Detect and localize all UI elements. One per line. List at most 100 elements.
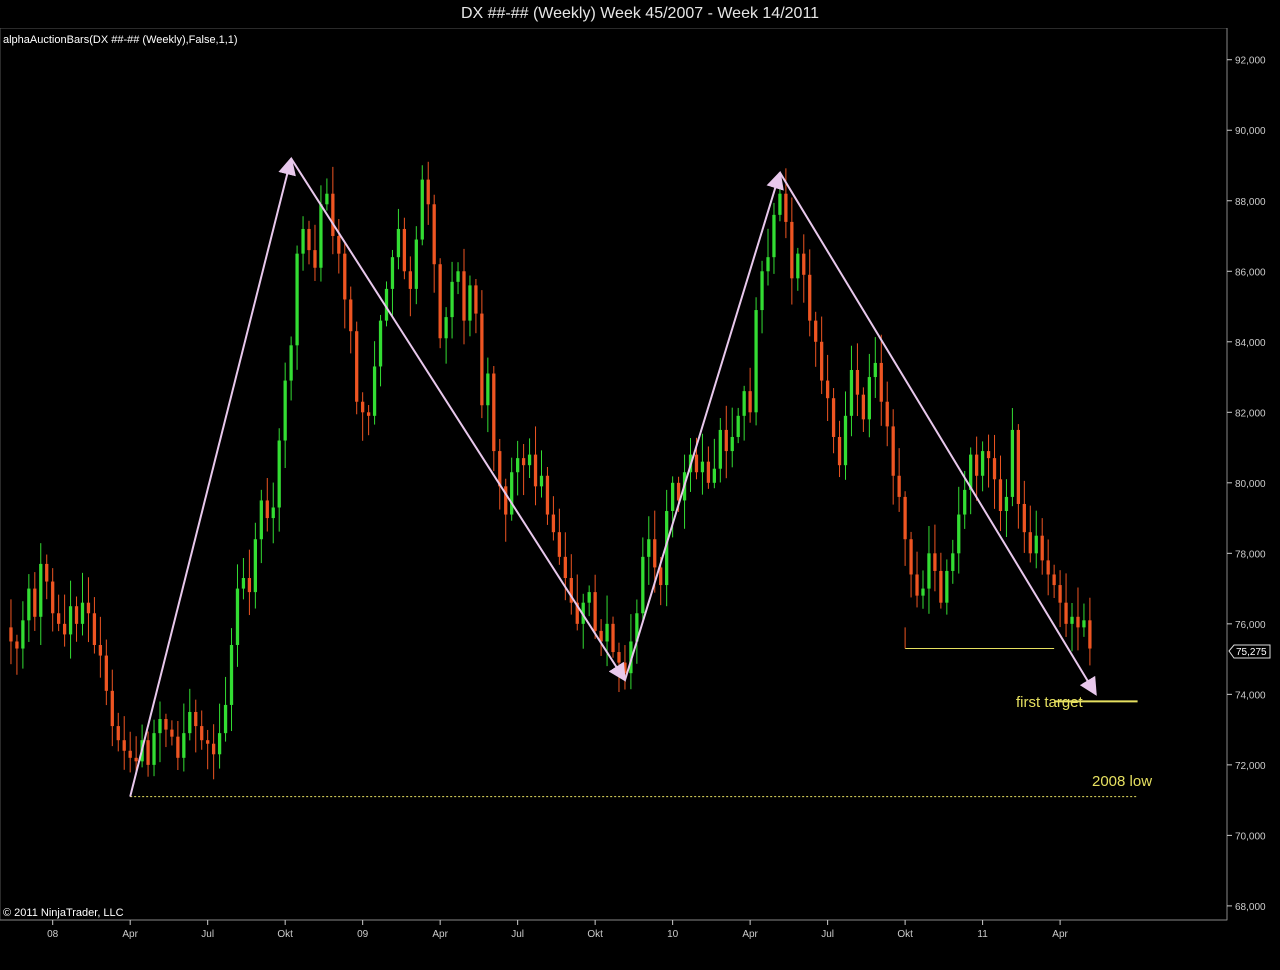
- candle-body: [164, 719, 168, 730]
- candle-body: [307, 228, 311, 251]
- chart-area[interactable]: 68,000 70,000 72,000 74,000 76,000 78,000 80,0…: [0, 27, 1280, 965]
- candle-body: [86, 602, 91, 614]
- candle-body: [825, 380, 830, 399]
- plot-border: [0, 27, 1228, 921]
- candle-body: [611, 623, 615, 653]
- candle-body: [396, 228, 401, 258]
- y-tick-label: 86,000: [1235, 267, 1266, 278]
- candle-body: [861, 394, 866, 420]
- candle-body: [712, 468, 716, 483]
- candle-body: [134, 757, 138, 762]
- candle-body: [1052, 574, 1056, 586]
- first-target-label: first target: [1016, 694, 1084, 711]
- candle-body: [80, 602, 85, 624]
- candle-body: [128, 750, 132, 758]
- candle-body: [271, 507, 275, 519]
- x-tick-label: Apr: [742, 929, 758, 940]
- y-tick-label: 82,000: [1235, 408, 1266, 419]
- candle-body: [551, 514, 556, 533]
- x-tick-label: Okt: [587, 929, 603, 940]
- candle-body: [760, 271, 764, 311]
- candle-body: [563, 556, 567, 579]
- candle-body: [641, 556, 645, 614]
- candle-body: [229, 644, 234, 705]
- y-tick-label: 76,000: [1235, 620, 1266, 631]
- candle-body: [486, 373, 490, 406]
- x-tick-label: Jul: [511, 929, 524, 940]
- candle-body: [414, 239, 418, 289]
- candle-body: [837, 436, 842, 466]
- candle-body: [200, 726, 204, 741]
- candle-body: [1046, 560, 1050, 575]
- candle-body: [104, 655, 108, 691]
- candle-body: [438, 264, 442, 339]
- candle-body: [843, 415, 848, 466]
- candle-body: [778, 193, 782, 215]
- candle-body: [247, 578, 252, 593]
- candle-body: [432, 204, 436, 265]
- time-axis: 08 Apr Jul Okt 09 Apr Jul Okt 10 Apr Jul Okt 11 Apr: [47, 920, 1069, 940]
- candle-body: [259, 500, 263, 540]
- x-tick-label: Okt: [277, 929, 293, 940]
- candle-body: [730, 436, 734, 452]
- candle-body: [235, 588, 240, 645]
- x-tick-label: 08: [47, 929, 59, 940]
- candle-body: [897, 475, 901, 497]
- candle-body: [426, 179, 430, 205]
- candle-body: [510, 472, 514, 515]
- candle-body: [1076, 616, 1080, 628]
- candle-body: [957, 514, 961, 554]
- candle-body: [748, 391, 752, 413]
- candle-body: [349, 299, 353, 332]
- candle-body: [110, 690, 114, 727]
- candle-body: [408, 271, 412, 289]
- candle-body: [647, 539, 651, 557]
- candle-body: [980, 451, 985, 476]
- x-tick-label: Jul: [821, 929, 834, 940]
- candle-body: [325, 193, 329, 205]
- candle-body: [891, 426, 895, 476]
- candle-body: [158, 719, 162, 734]
- y-tick-label: 68,000: [1235, 902, 1266, 913]
- candle-body: [772, 214, 776, 258]
- candle-body: [694, 454, 699, 473]
- candle-body: [366, 412, 371, 416]
- candle-body: [706, 461, 711, 483]
- candle-body: [802, 253, 806, 275]
- candle-body: [92, 613, 97, 645]
- candle-body: [33, 588, 37, 617]
- candle-body: [1022, 503, 1026, 533]
- candle-body: [289, 345, 293, 381]
- candle-body: [814, 320, 818, 342]
- candle-body: [945, 570, 949, 603]
- y-tick-label: 72,000: [1235, 761, 1266, 772]
- candlestick-chart[interactable]: 68,000 70,000 72,000 74,000 76,000 78,000 80,0…: [0, 27, 1280, 965]
- candle-body: [754, 310, 758, 413]
- copyright-text: © 2011 NinjaTrader, LLC: [3, 907, 124, 919]
- candle-body: [700, 461, 705, 473]
- candle-body: [915, 574, 919, 596]
- last-price-value: 75,275: [1236, 647, 1267, 658]
- candle-body: [1058, 585, 1062, 603]
- candle-body: [355, 331, 359, 402]
- candle-body: [241, 578, 246, 589]
- candle-body: [796, 253, 800, 279]
- candle-body: [557, 532, 562, 557]
- candle-body: [420, 179, 424, 240]
- x-tick-label: Apr: [1052, 929, 1068, 940]
- candle-body: [74, 606, 79, 624]
- candle-body: [253, 539, 258, 593]
- candle-body: [319, 204, 323, 268]
- candle-body: [1040, 535, 1044, 561]
- candle-body: [963, 489, 967, 515]
- candle-body: [1064, 602, 1068, 624]
- candle-body: [57, 613, 61, 624]
- candle-body: [480, 313, 484, 406]
- candle-body: [605, 623, 609, 642]
- y-tick-label: 80,000: [1235, 479, 1266, 490]
- candle-body: [939, 570, 943, 603]
- candle-body: [670, 482, 675, 512]
- y-tick-label: 70,000: [1235, 831, 1266, 842]
- candle-body: [736, 415, 740, 437]
- candle-body: [587, 592, 591, 603]
